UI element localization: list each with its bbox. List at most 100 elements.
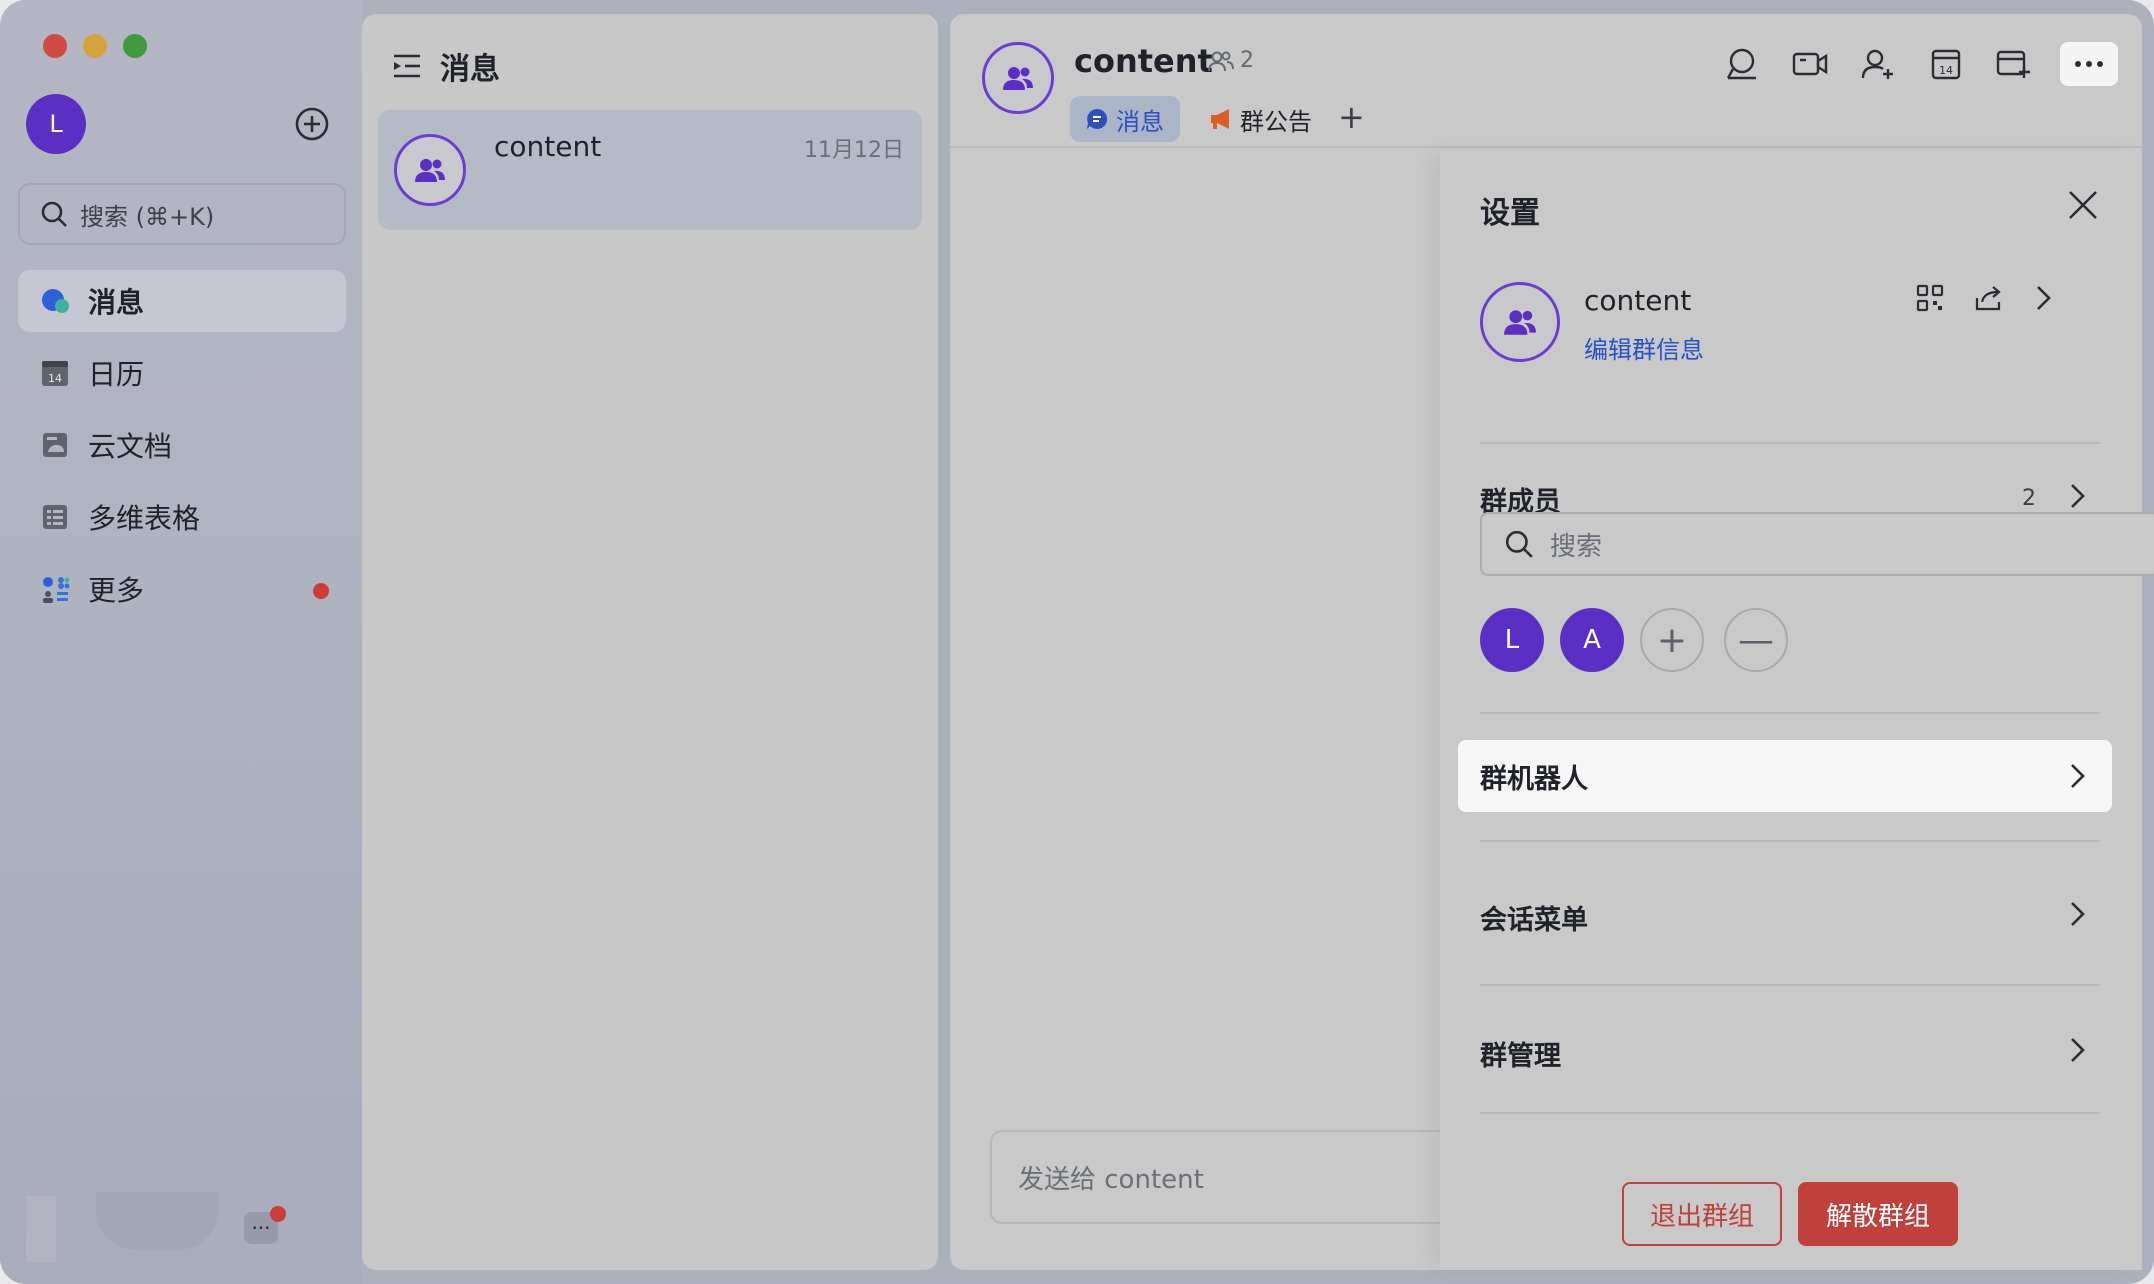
apps-grid-icon xyxy=(43,577,70,603)
divider xyxy=(1480,1112,2100,1114)
window-close-button[interactable] xyxy=(43,34,67,58)
group-icon xyxy=(415,159,445,182)
add-circle-icon[interactable] xyxy=(294,106,330,142)
collapse-list-icon[interactable] xyxy=(392,53,422,79)
message-input[interactable]: 发送给 content xyxy=(990,1130,1470,1224)
sidebar-bottom-avatar-placeholder xyxy=(96,1192,218,1250)
chat-bubble-icon xyxy=(1087,108,1108,129)
add-window-icon xyxy=(1996,50,2030,78)
search-icon xyxy=(41,201,67,227)
chevron-right-icon[interactable] xyxy=(2064,900,2092,928)
conversation-name: content xyxy=(494,130,602,163)
group-avatar[interactable] xyxy=(1480,282,1560,362)
conversation-list: 消息 content 11月12日 xyxy=(362,14,938,1270)
chevron-right-icon[interactable] xyxy=(2064,1036,2092,1064)
group-actions xyxy=(1916,284,2054,312)
settings-drawer: 设置 content 编辑群信息 群成员 2 搜索 L A + — 群机器人 会… xyxy=(1440,150,2154,1270)
chevron-right-icon[interactable] xyxy=(2064,482,2092,510)
chat-title: content xyxy=(1074,42,1213,80)
sidebar-item-docs[interactable]: 云文档 xyxy=(18,414,346,476)
sidebar-item-label: 更多 xyxy=(88,574,145,607)
members-icon xyxy=(1208,51,1234,71)
remove-member-button[interactable]: — xyxy=(1724,608,1788,672)
add-member-button[interactable] xyxy=(1856,42,1900,86)
leave-group-button[interactable]: 退出群组 xyxy=(1622,1182,1782,1246)
edit-group-info-link[interactable]: 编辑群信息 xyxy=(1584,330,1704,365)
member-avatar[interactable]: A xyxy=(1560,608,1624,672)
megaphone-icon xyxy=(1211,109,1229,129)
group-bots-label: 群机器人 xyxy=(1480,763,1588,795)
minus-icon: — xyxy=(1738,619,1774,661)
chat-bubble-icon xyxy=(42,289,69,313)
user-avatar[interactable]: L xyxy=(26,94,86,154)
group-bots-row[interactable]: 群机器人 xyxy=(1458,740,2112,812)
divider xyxy=(1480,712,2100,714)
sidebar-bottom-panel xyxy=(26,1196,56,1262)
window-minimize-button[interactable] xyxy=(83,34,107,58)
member-avatar[interactable]: L xyxy=(1480,608,1544,672)
svg-text:14: 14 xyxy=(48,372,62,385)
chevron-right-icon xyxy=(2071,764,2085,788)
member-count[interactable]: 2 xyxy=(1208,48,1254,73)
tab-announcement[interactable]: 群公告 xyxy=(1194,96,1328,142)
settings-title: 设置 xyxy=(1480,196,1540,231)
conversation-list-header: 消息 xyxy=(392,44,500,88)
window-zoom-button[interactable] xyxy=(123,34,147,58)
divider xyxy=(1480,442,2100,444)
members-count: 2 xyxy=(2022,486,2036,511)
calendar-button[interactable]: 14 xyxy=(1924,42,1968,86)
group-icon xyxy=(1003,67,1033,90)
qr-code-icon[interactable] xyxy=(1916,284,1944,312)
chevron-right-icon[interactable] xyxy=(2034,284,2054,312)
group-avatar xyxy=(394,134,466,206)
more-dots-icon xyxy=(2075,61,2103,67)
tab-messages[interactable]: 消息 xyxy=(1070,96,1180,142)
search-chat-button[interactable] xyxy=(1720,42,1764,86)
member-search-placeholder: 搜索 xyxy=(1550,531,1603,562)
chat-menu-label[interactable]: 会话菜单 xyxy=(1480,898,1588,937)
disband-group-button[interactable]: 解散群组 xyxy=(1798,1182,1958,1246)
global-search[interactable]: 搜索 (⌘+K) xyxy=(18,183,346,245)
user-avatar-initial: L xyxy=(49,110,63,138)
svg-text:14: 14 xyxy=(1939,64,1953,77)
divider xyxy=(1480,984,2100,986)
sidebar-item-label: 多维表格 xyxy=(88,502,201,535)
close-icon[interactable] xyxy=(2066,188,2100,222)
sidebar-item-label: 消息 xyxy=(88,286,145,319)
group-avatar[interactable] xyxy=(982,42,1054,114)
notification-badge xyxy=(313,583,329,599)
member-search-input[interactable]: 搜索 xyxy=(1480,512,2154,576)
chat-toolbar: 14 xyxy=(1720,42,2118,86)
tab-label: 消息 xyxy=(1116,107,1164,136)
add-member-button[interactable]: + xyxy=(1640,608,1704,672)
member-count-value: 2 xyxy=(1240,48,1254,73)
sidebar-item-base[interactable]: 多维表格 xyxy=(18,486,346,548)
add-user-icon xyxy=(1861,49,1893,79)
more-options-button[interactable] xyxy=(2060,42,2118,86)
conversation-date: 11月12日 xyxy=(804,138,904,163)
divider xyxy=(1480,840,2100,842)
message-input-placeholder: 发送给 content xyxy=(1018,1164,1204,1195)
search-icon xyxy=(1505,530,1533,558)
group-manage-label[interactable]: 群管理 xyxy=(1480,1034,1561,1073)
member-avatar-initial: A xyxy=(1583,625,1601,655)
group-name: content xyxy=(1584,284,1692,317)
add-tab-button[interactable]: + xyxy=(1338,98,1365,136)
video-call-button[interactable] xyxy=(1788,42,1832,86)
notification-badge xyxy=(270,1206,286,1222)
search-chat-icon xyxy=(1726,48,1756,80)
sidebar-item-more[interactable]: 更多 xyxy=(18,558,346,620)
chat-header: content 2 消息 群公告 + 14 xyxy=(950,14,2142,148)
share-icon[interactable] xyxy=(1974,284,2004,312)
cloud-doc-icon xyxy=(43,433,67,457)
plus-icon: + xyxy=(1656,619,1688,661)
page-title: 消息 xyxy=(440,52,500,87)
add-tab-toolbar-button[interactable] xyxy=(1992,42,2036,86)
calendar-icon: 14 xyxy=(42,361,68,386)
sidebar-item-calendar[interactable]: 14 日历 xyxy=(18,342,346,404)
table-icon xyxy=(43,505,67,529)
list-item[interactable]: content 11月12日 xyxy=(378,110,922,230)
calendar-icon: 14 xyxy=(1931,49,1961,80)
sidebar-item-messages[interactable]: 消息 xyxy=(18,270,346,332)
global-search-placeholder: 搜索 (⌘+K) xyxy=(80,202,215,231)
